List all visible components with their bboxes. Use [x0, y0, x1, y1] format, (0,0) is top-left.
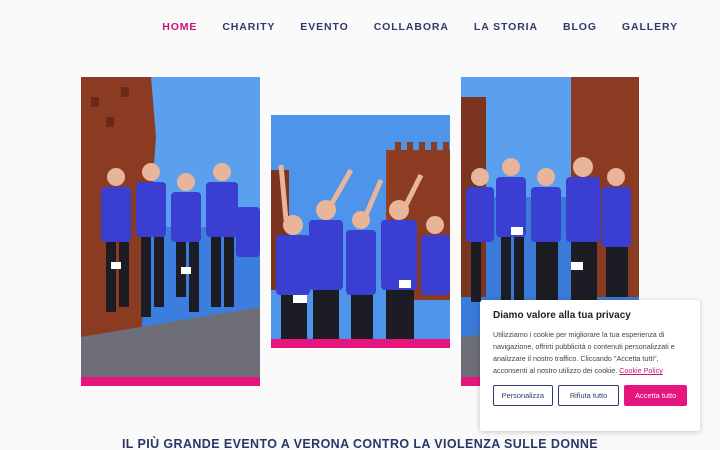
nav-blog[interactable]: BLOG: [563, 20, 597, 34]
cookie-policy-link[interactable]: Cookie Policy: [619, 366, 663, 375]
nav-evento[interactable]: EVENTO: [300, 20, 348, 34]
photo-center: [271, 115, 450, 348]
main-nav: HOME CHARITY EVENTO COLLABORA LA STORIA …: [162, 20, 678, 34]
photo-accent-bar: [81, 377, 260, 386]
nav-collabora[interactable]: COLLABORA: [374, 20, 449, 34]
nav-gallery[interactable]: GALLERY: [622, 20, 678, 34]
customize-button[interactable]: Personalizza: [493, 385, 553, 406]
reject-all-button[interactable]: Rifiuta tutto: [557, 385, 620, 406]
accept-all-button[interactable]: Accetta tutto: [624, 385, 687, 406]
cookie-title: Diamo valore alla tua privacy: [493, 310, 631, 321]
nav-charity[interactable]: CHARITY: [222, 20, 275, 34]
cookie-consent-banner: Diamo valore alla tua privacy Utilizziam…: [480, 300, 700, 431]
cookie-buttons: Personalizza Rifiuta tutto Accetta tutto: [493, 385, 687, 406]
cookie-text: Utilizziamo i cookie per migliorare la t…: [493, 329, 687, 377]
runners-photo-center: [271, 115, 450, 348]
runners-photo-left: [81, 77, 260, 386]
nav-la-storia[interactable]: LA STORIA: [474, 20, 538, 34]
photo-left: [81, 77, 260, 386]
photo-accent-bar: [271, 339, 450, 348]
hero-headline: IL PIÙ GRANDE EVENTO A VERONA CONTRO LA …: [121, 437, 599, 450]
nav-home[interactable]: HOME: [162, 20, 197, 34]
